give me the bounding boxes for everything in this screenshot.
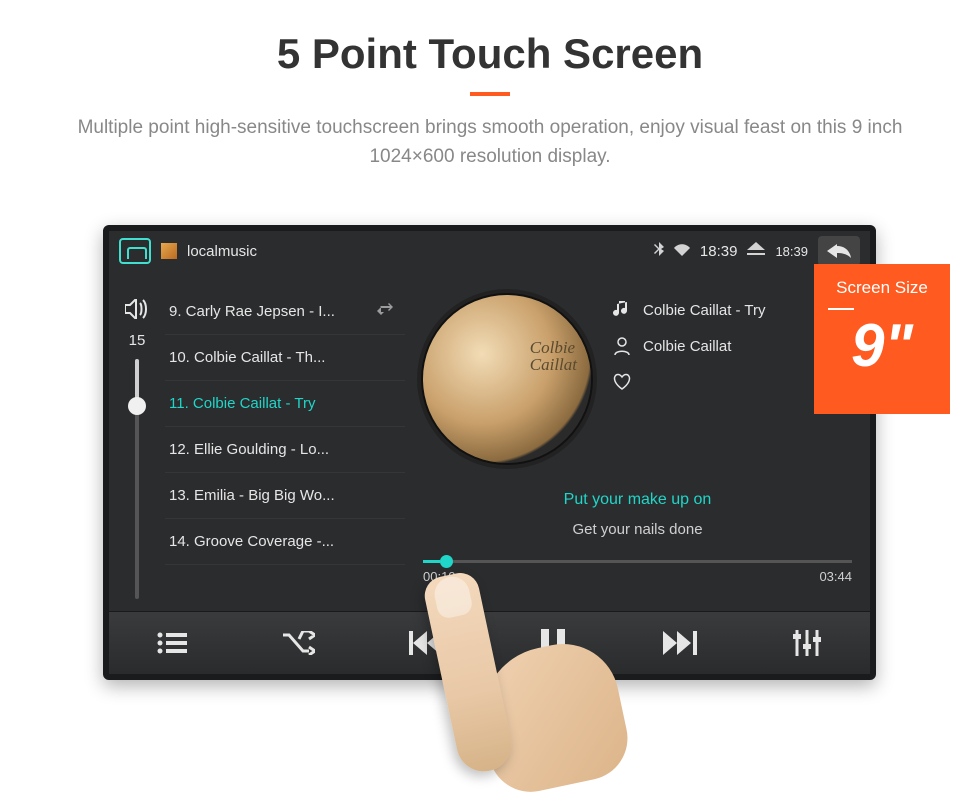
next-button[interactable] bbox=[652, 631, 708, 655]
volume-slider[interactable] bbox=[135, 359, 139, 599]
shuffle-button[interactable] bbox=[271, 631, 327, 655]
track-row[interactable]: 10. Colbie Caillat - Th... bbox=[165, 335, 405, 381]
page-title: 5 Point Touch Screen bbox=[0, 30, 980, 78]
home-icon[interactable] bbox=[119, 238, 151, 264]
volume-knob[interactable] bbox=[128, 397, 146, 415]
page-subtitle: Multiple point high-sensitive touchscree… bbox=[40, 114, 940, 171]
screen-size-badge: Screen Size 9" bbox=[814, 264, 950, 414]
album-art: Colbie Caillat bbox=[423, 295, 591, 463]
volume-value: 15 bbox=[129, 332, 146, 349]
track-title-line: Colbie Caillat - Try bbox=[613, 301, 766, 319]
person-icon bbox=[613, 337, 631, 355]
loop-icon bbox=[377, 303, 395, 321]
lyric-current: Put your make up on bbox=[423, 491, 852, 509]
wifi-icon bbox=[674, 243, 690, 260]
track-label: 12. Ellie Goulding - Lo... bbox=[169, 441, 395, 458]
app-label: localmusic bbox=[187, 243, 257, 260]
equalizer-button[interactable] bbox=[779, 630, 835, 656]
playlist[interactable]: 9. Carly Rae Jepsen - I... 10. Colbie Cai… bbox=[165, 271, 405, 611]
track-row[interactable]: 14. Groove Coverage -... bbox=[165, 519, 405, 565]
device-screenshot: localmusic 18:39 18:39 15 9. Carly Rae J… bbox=[103, 225, 876, 680]
chevron-up-icon[interactable] bbox=[747, 242, 765, 260]
track-row[interactable]: 9. Carly Rae Jepsen - I... bbox=[165, 289, 405, 335]
volume-icon[interactable] bbox=[125, 299, 149, 324]
playback-controls bbox=[109, 611, 870, 674]
badge-value: 9" bbox=[814, 316, 950, 376]
lyric-next: Get your nails done bbox=[423, 521, 852, 538]
time-total: 03:44 bbox=[819, 569, 852, 584]
heart-icon bbox=[613, 373, 631, 391]
now-playing-panel: Colbie Caillat Colbie Caillat - Try Colb… bbox=[405, 271, 870, 611]
status-bar: localmusic 18:39 18:39 bbox=[109, 231, 870, 271]
track-label: 13. Emilia - Big Big Wo... bbox=[169, 487, 395, 504]
track-label: 11. Colbie Caillat - Try bbox=[169, 395, 395, 412]
back-button[interactable] bbox=[818, 236, 860, 266]
app-thumb-icon bbox=[161, 243, 177, 259]
track-label: 10. Colbie Caillat - Th... bbox=[169, 349, 395, 366]
list-button[interactable] bbox=[144, 632, 200, 654]
time-elapsed: 00:10 bbox=[423, 569, 456, 584]
bluetooth-icon bbox=[654, 242, 664, 260]
title-underline bbox=[470, 92, 510, 96]
volume-column: 15 bbox=[109, 271, 165, 611]
favorite-button[interactable] bbox=[613, 373, 766, 391]
track-label: 14. Groove Coverage -... bbox=[169, 533, 395, 550]
clock-main: 18:39 bbox=[700, 243, 738, 260]
badge-label: Screen Size bbox=[814, 278, 950, 298]
track-row[interactable]: 11. Colbie Caillat - Try bbox=[165, 381, 405, 427]
track-row[interactable]: 13. Emilia - Big Big Wo... bbox=[165, 473, 405, 519]
progress-bar[interactable] bbox=[423, 560, 852, 563]
artist-line: Colbie Caillat bbox=[613, 337, 766, 355]
pause-button[interactable] bbox=[525, 629, 581, 657]
track-label: 9. Carly Rae Jepsen - I... bbox=[169, 303, 377, 320]
music-note-icon bbox=[613, 301, 631, 319]
progress-knob[interactable] bbox=[440, 555, 453, 568]
clock-small: 18:39 bbox=[775, 244, 808, 259]
track-row[interactable]: 12. Ellie Goulding - Lo... bbox=[165, 427, 405, 473]
previous-button[interactable] bbox=[398, 631, 454, 655]
